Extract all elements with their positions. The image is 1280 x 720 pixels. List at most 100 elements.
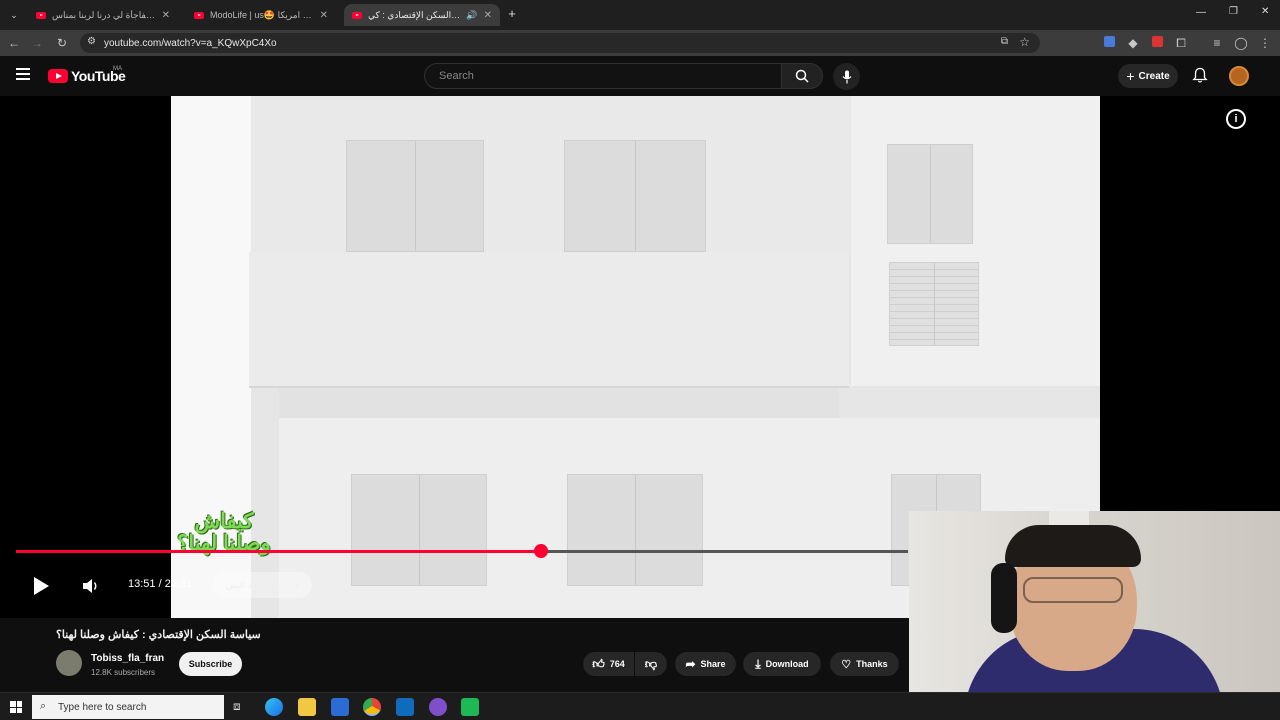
download-button[interactable]: ⤓ Download [743, 652, 821, 676]
back-icon[interactable]: ← [6, 35, 22, 51]
youtube-favicon-icon [352, 11, 362, 19]
building-window [564, 140, 706, 252]
site-info-icon[interactable]: ⚙ [87, 36, 96, 47]
windows-start-icon[interactable] [10, 701, 22, 713]
search-icon [795, 69, 809, 83]
video-details: سياسة السكن الإقتصادي : كيفاش وصلنا لهنا… [0, 618, 910, 692]
forward-icon[interactable]: → [29, 35, 45, 51]
search-placeholder: Search [439, 70, 474, 82]
task-view-icon[interactable]: ⧈ [233, 699, 241, 714]
youtube-logo-icon [48, 69, 68, 83]
building-upper-block [251, 96, 851, 256]
youtube-favicon-icon [36, 11, 46, 19]
hamburger-menu-icon[interactable] [16, 68, 30, 80]
thanks-button[interactable]: ♡ Thanks [830, 652, 899, 676]
microphone-icon [842, 70, 851, 83]
restore-window-icon[interactable]: ❐ [1229, 6, 1238, 17]
close-tab-icon[interactable]: ✕ [162, 10, 170, 21]
thumbs-up-icon: 👍︎ [592, 656, 605, 671]
webcam-headphones [991, 563, 1017, 633]
like-count: 764 [609, 659, 625, 669]
extensions-puzzle-icon[interactable]: ⧠ [1173, 35, 1189, 51]
building-window [346, 140, 484, 252]
current-time: 13:51 [128, 578, 156, 590]
share-label: Share [700, 659, 726, 669]
subscriber-count: 12.8K subscribers [91, 668, 156, 677]
clipchamp-icon[interactable] [461, 698, 479, 716]
close-window-icon[interactable]: ✕ [1261, 6, 1269, 17]
duration: 23:31 [164, 578, 193, 590]
browser-tab-1[interactable]: شوفو المفاجأة لي درنا لربنا بمناس... ✕ [28, 4, 178, 26]
chapter-button[interactable]: نتيجة هاد البش › [212, 572, 312, 598]
new-tab-button[interactable]: + [504, 6, 520, 22]
channel-avatar[interactable] [56, 650, 82, 676]
extension-diamond-icon[interactable]: ◆ [1125, 35, 1141, 51]
microsoft-store-icon[interactable] [331, 698, 349, 716]
account-avatar[interactable] [1229, 66, 1249, 86]
search-button[interactable] [781, 63, 823, 89]
outlook-icon[interactable] [396, 698, 414, 716]
time-display: 13:51 / 23:31 [128, 578, 192, 590]
search-icon: ⌕ [40, 700, 47, 712]
building-ledge [279, 388, 839, 418]
reload-icon[interactable]: ↻ [54, 35, 70, 51]
video-title: سياسة السكن الإقتصادي : كيفاش وصلنا لهنا… [56, 629, 261, 641]
like-button[interactable]: 👍︎ 764 [583, 652, 634, 676]
webcam-overlay [909, 511, 1280, 692]
close-tab-icon[interactable]: ✕ [484, 10, 492, 21]
voice-search-button[interactable] [833, 63, 860, 90]
play-button[interactable] [32, 576, 50, 601]
time-separator: / [158, 578, 162, 590]
building-balcony [249, 252, 849, 388]
bookmark-star-icon[interactable]: ☆ [1019, 35, 1030, 49]
profile-icon[interactable]: ◯ [1233, 35, 1249, 51]
youtube-header: YouTube MA Search + Create [0, 56, 1280, 96]
dislike-button[interactable]: 👎︎ [635, 652, 667, 676]
audio-playing-icon: 🔊 [466, 9, 478, 20]
tab-title: ModoLife | us🤩 في امريكا DER... [210, 9, 314, 20]
progress-scrubber-handle[interactable] [534, 544, 548, 558]
download-icon: ⤓ [755, 656, 761, 671]
youtube-favicon-icon [194, 11, 204, 19]
search-input[interactable]: Search [424, 63, 782, 89]
file-explorer-icon[interactable] [298, 698, 316, 716]
channel-name[interactable]: Tobiss_fla_fran [91, 653, 164, 664]
thumbs-down-icon: 👎︎ [644, 656, 658, 671]
tab-search-button[interactable]: ⌄ [6, 7, 22, 23]
taskbar-search-input[interactable]: ⌕ Type here to search [32, 695, 224, 719]
browser-tab-2[interactable]: ModoLife | us🤩 في امريكا DER... ✕ [186, 4, 336, 26]
thanks-heart-dollar-icon: ♡ [841, 658, 852, 671]
browser-tab-3[interactable]: سياسة السكن الإقتصادي : كي... 🔊 ✕ [344, 4, 500, 26]
extension-red-icon[interactable] [1149, 35, 1165, 51]
media-controls-icon[interactable]: ≡ [1209, 35, 1225, 51]
address-bar[interactable]: ⚙ youtube.com/watch?v=a_KQwXpC4Xo ⧉ ☆ [80, 33, 1040, 53]
chapter-label: نتيجة هاد البش [225, 579, 281, 590]
close-tab-icon[interactable]: ✕ [320, 10, 328, 21]
volume-button[interactable] [82, 578, 100, 599]
chevron-right-icon: › [294, 578, 299, 592]
subscribe-button[interactable]: Subscribe [179, 652, 242, 676]
thanks-label: Thanks [856, 659, 888, 669]
chat-app-icon[interactable] [429, 698, 447, 716]
video-overlay-title: كيفاش وصلنا لهنا؟ [177, 510, 271, 555]
edge-icon[interactable] [265, 698, 283, 716]
video-info-icon[interactable]: i [1226, 109, 1246, 129]
install-app-icon[interactable]: ⧉ [1001, 36, 1008, 47]
chrome-icon[interactable] [363, 698, 381, 716]
translate-extension-icon[interactable] [1101, 35, 1117, 51]
webcam-person-hair [1005, 525, 1141, 567]
progress-played [16, 550, 541, 553]
windows-taskbar: ⌕ Type here to search ⧈ [0, 692, 1280, 720]
building-window [567, 474, 703, 586]
share-button[interactable]: ➦ Share [675, 652, 736, 676]
create-label: Create [1138, 70, 1170, 82]
create-button[interactable]: + Create [1118, 64, 1178, 88]
browser-menu-icon[interactable]: ⋮ [1257, 35, 1273, 51]
tab-title: سياسة السكن الإقتصادي : كي... [368, 9, 460, 20]
notifications-bell-icon[interactable] [1192, 67, 1208, 89]
browser-toolbar: ← → ↻ ⚙ youtube.com/watch?v=a_KQwXpC4Xo … [0, 30, 1280, 56]
building-vent-window [889, 262, 979, 346]
building-window [887, 144, 973, 244]
minimize-window-icon[interactable]: — [1196, 7, 1206, 18]
webcam-glasses [1023, 577, 1123, 603]
